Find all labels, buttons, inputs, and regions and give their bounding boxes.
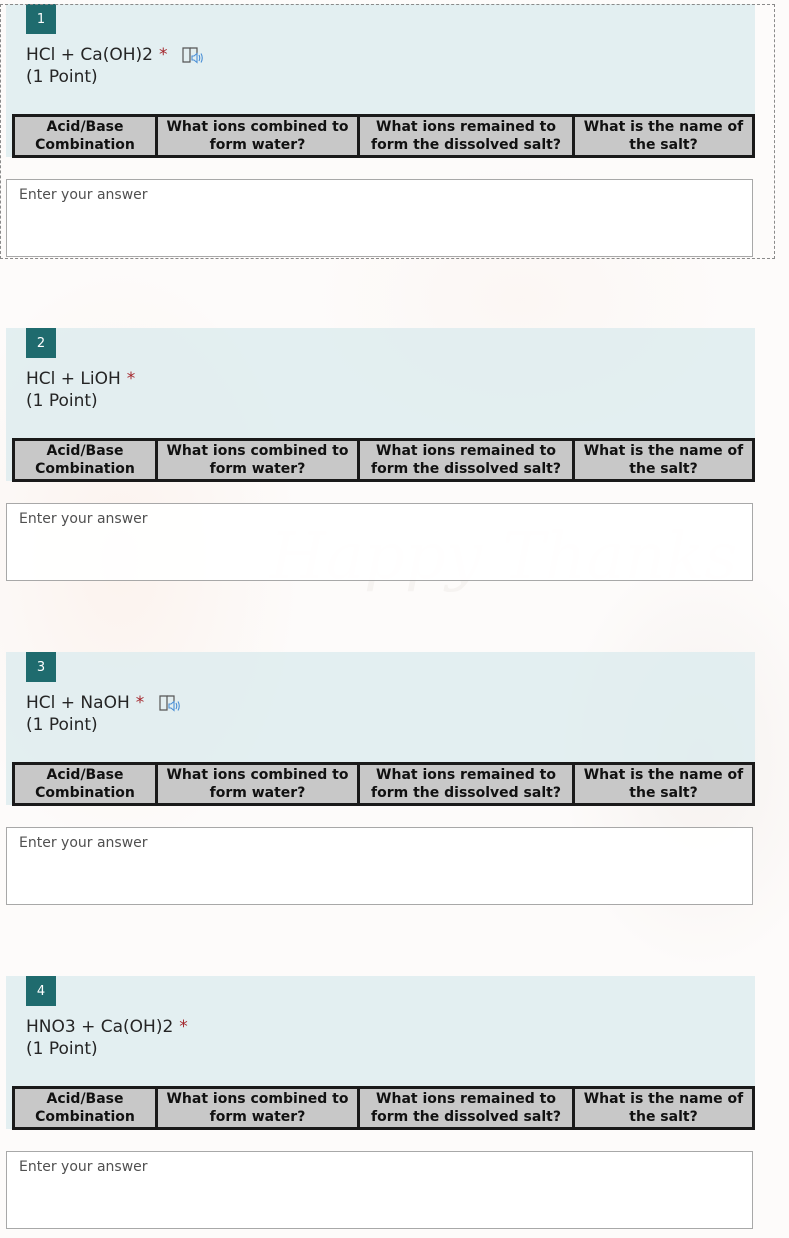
table-header-cell: Acid/Base Combination — [15, 117, 158, 155]
table-header-cell: What ions combined to form water? — [158, 1089, 360, 1127]
question-header: 3 HCl + NaOH * (1 Point) Acid/Base Combi… — [6, 652, 755, 806]
question-points: (1 Point) — [26, 1039, 98, 1059]
reference-table-header: Acid/Base Combination What ions combined… — [12, 762, 755, 806]
immersive-reader-icon[interactable] — [158, 693, 182, 713]
required-asterisk: * — [126, 369, 136, 389]
table-header-cell: Acid/Base Combination — [15, 1089, 158, 1127]
question-title: HCl + NaOH * — [26, 692, 182, 714]
table-header-cell: Acid/Base Combination — [15, 441, 158, 479]
question-title: HNO3 + Ca(OH)2 * — [26, 1016, 188, 1038]
question-header: 1 HCl + Ca(OH)2 * (1 Point) Acid/Base Co… — [6, 4, 755, 158]
reference-table-header: Acid/Base Combination What ions combined… — [12, 1086, 755, 1130]
question-number-badge: 2 — [26, 328, 56, 358]
reference-table-header: Acid/Base Combination What ions combined… — [12, 114, 755, 158]
question-title: HCl + LiOH * — [26, 368, 135, 390]
answer-placeholder: Enter your answer — [19, 511, 148, 527]
question-header: 4 HNO3 + Ca(OH)2 * (1 Point) Acid/Base C… — [6, 976, 755, 1130]
question-number-badge: 1 — [26, 4, 56, 34]
required-asterisk: * — [158, 45, 168, 65]
table-header-cell: Acid/Base Combination — [15, 765, 158, 803]
question-number-badge: 4 — [26, 976, 56, 1006]
table-header-cell: What ions remained to form the dissolved… — [360, 1089, 575, 1127]
table-header-cell: What ions remained to form the dissolved… — [360, 765, 575, 803]
table-header-cell: What ions combined to form water? — [158, 765, 360, 803]
question-title: HCl + Ca(OH)2 * — [26, 44, 205, 66]
question-points: (1 Point) — [26, 391, 98, 411]
question-number-badge: 3 — [26, 652, 56, 682]
table-header-cell: What ions combined to form water? — [158, 117, 360, 155]
answer-placeholder: Enter your answer — [19, 187, 148, 203]
table-header-cell: What ions remained to form the dissolved… — [360, 117, 575, 155]
answer-input[interactable]: Enter your answer — [6, 1151, 753, 1229]
answer-placeholder: Enter your answer — [19, 835, 148, 851]
table-header-cell: What is the name of the salt? — [583, 1091, 744, 1125]
table-header-cell: What is the name of the salt? — [583, 119, 744, 153]
answer-placeholder: Enter your answer — [19, 1159, 148, 1175]
question-points: (1 Point) — [26, 67, 98, 87]
required-asterisk: * — [179, 1017, 188, 1037]
question-title-text: HCl + LiOH — [26, 369, 121, 389]
question-header: 2 HCl + LiOH * (1 Point) Acid/Base Combi… — [6, 328, 755, 482]
reference-table-header: Acid/Base Combination What ions combined… — [12, 438, 755, 482]
table-header-cell: What is the name of the salt? — [583, 767, 744, 801]
answer-input[interactable]: Enter your answer — [6, 503, 753, 581]
table-header-cell: What is the name of the salt? — [583, 443, 744, 477]
question-points: (1 Point) — [26, 715, 98, 735]
table-header-cell: What ions combined to form water? — [158, 441, 360, 479]
answer-input[interactable]: Enter your answer — [6, 179, 753, 257]
table-header-cell: What ions remained to form the dissolved… — [360, 441, 575, 479]
question-title-text: HNO3 + Ca(OH)2 — [26, 1017, 174, 1037]
answer-input[interactable]: Enter your answer — [6, 827, 753, 905]
question-title-text: HCl + Ca(OH)2 — [26, 45, 153, 65]
immersive-reader-icon[interactable] — [181, 45, 205, 65]
required-asterisk: * — [135, 693, 145, 713]
question-title-text: HCl + NaOH — [26, 693, 130, 713]
